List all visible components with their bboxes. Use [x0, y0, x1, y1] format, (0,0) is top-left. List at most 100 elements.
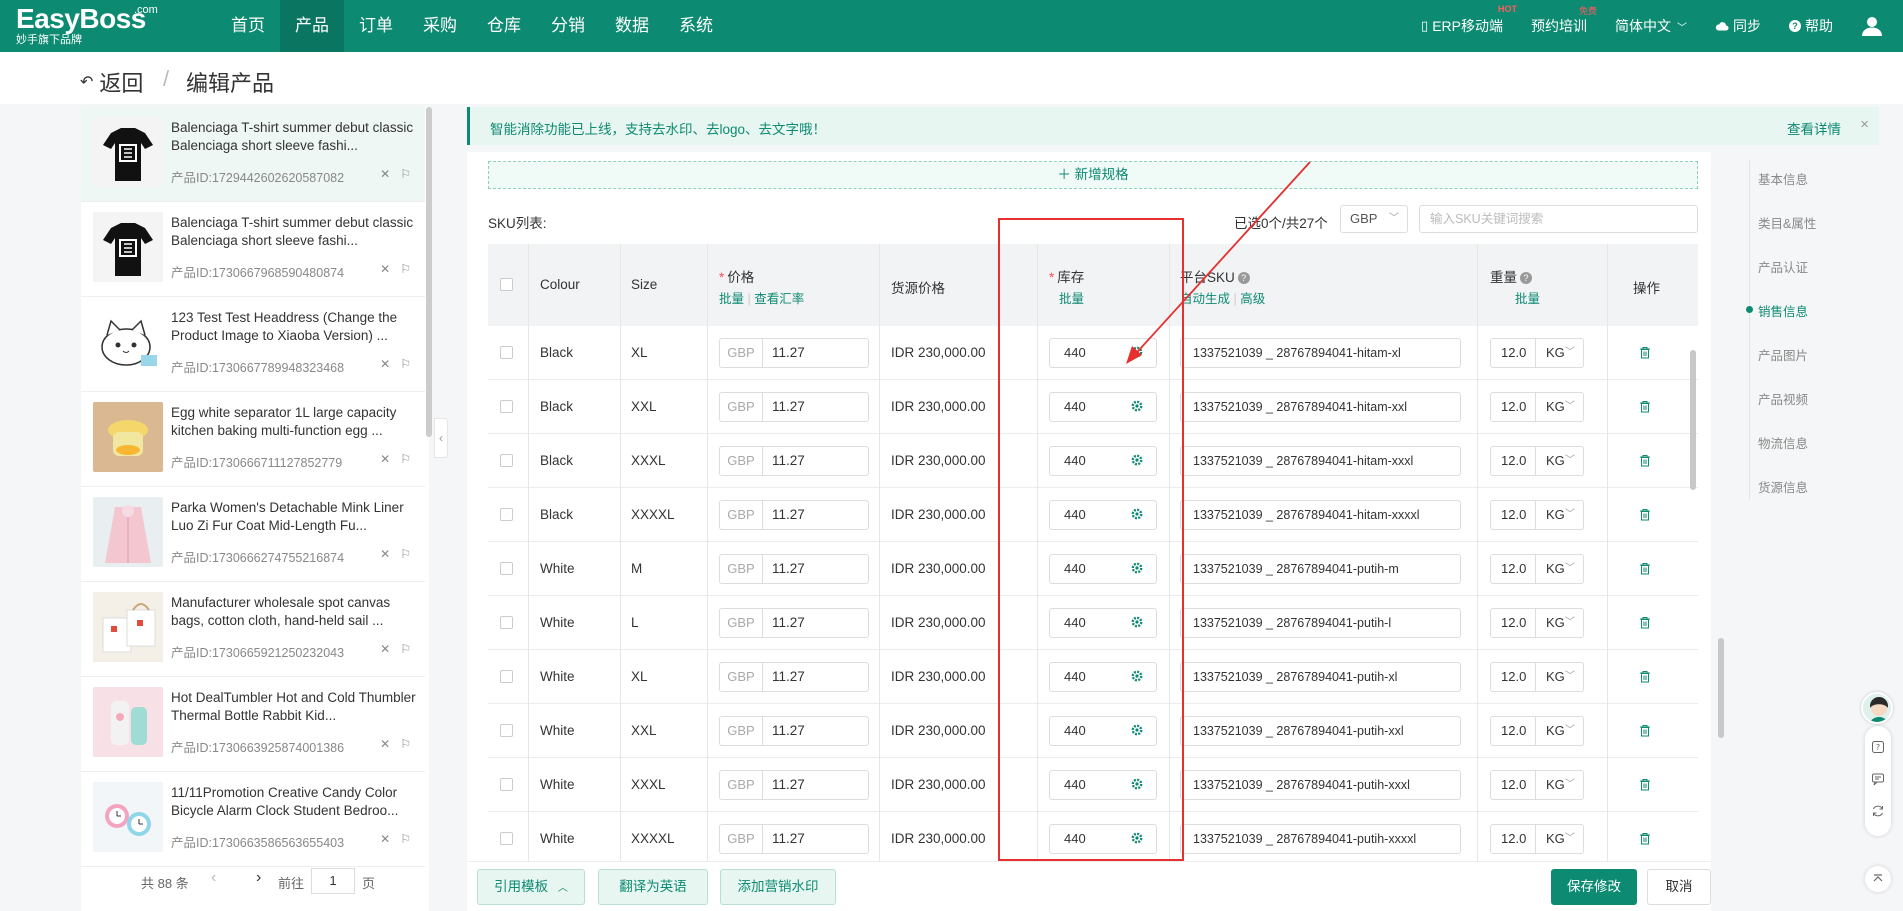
weight-input[interactable]: 12.0 — [1490, 554, 1536, 584]
weight-input[interactable]: 12.0 — [1490, 824, 1536, 854]
gear-icon[interactable] — [1130, 453, 1144, 467]
language-select[interactable]: 简体中文 ﹀ — [1615, 16, 1687, 36]
weight-unit-select[interactable]: KG ﹀ — [1536, 824, 1584, 854]
gear-icon[interactable] — [1130, 669, 1144, 683]
close-icon[interactable]: ✕ — [380, 547, 390, 561]
notice-close-icon[interactable]: × — [1860, 116, 1869, 133]
stock-input[interactable]: 440 — [1049, 608, 1157, 638]
stock-batch-link[interactable]: 批量 — [1059, 288, 1084, 307]
price-input[interactable]: GBP 11.27 — [719, 392, 869, 422]
trash-icon[interactable] — [1639, 670, 1651, 683]
psku-advanced-link[interactable]: 高级 — [1240, 292, 1265, 306]
translate-english-button[interactable]: 翻译为英语 — [598, 869, 708, 905]
gear-icon[interactable] — [1130, 561, 1144, 575]
platform-sku-input[interactable]: 1337521039 _ 28767894041-putih-xxl — [1180, 716, 1461, 746]
back-button[interactable]: ↶ 返回 — [80, 66, 143, 98]
gear-icon[interactable] — [1130, 399, 1144, 413]
stock-input[interactable]: 440 — [1049, 338, 1157, 368]
save-changes-button[interactable]: 保存修改 — [1551, 869, 1637, 905]
help-icon[interactable]: ? — [1237, 272, 1250, 284]
stock-input[interactable]: 440 — [1049, 554, 1157, 584]
anchor-link[interactable]: 类目&属性 — [1758, 213, 1816, 232]
stock-input[interactable]: 440 — [1049, 770, 1157, 800]
close-icon[interactable]: ✕ — [380, 642, 390, 656]
psku-auto-link[interactable]: 自动生成 — [1180, 292, 1230, 306]
platform-sku-input[interactable]: 1337521039 _ 28767894041-putih-m — [1180, 554, 1461, 584]
stock-input[interactable]: 440 — [1049, 446, 1157, 476]
row-checkbox[interactable] — [500, 508, 513, 521]
pager-page-input[interactable]: 1 — [311, 868, 355, 894]
sku-search-input[interactable]: 输入SKU关键词搜索 — [1419, 205, 1698, 233]
weight-input[interactable]: 12.0 — [1490, 446, 1536, 476]
weight-input[interactable]: 12.0 — [1490, 770, 1536, 800]
weight-unit-select[interactable]: KG ﹀ — [1536, 500, 1584, 530]
pager-prev-button[interactable]: ‹ — [211, 869, 216, 887]
page-scrollbar[interactable] — [1718, 638, 1724, 738]
faq-icon[interactable]: ? — [1871, 740, 1885, 754]
flag-icon[interactable]: ⚐ — [400, 167, 411, 181]
nav-item[interactable]: 仓库 — [472, 0, 536, 52]
trash-icon[interactable] — [1639, 616, 1651, 629]
stock-input[interactable]: 440 — [1049, 392, 1157, 422]
refresh-icon[interactable] — [1871, 804, 1885, 818]
flag-icon[interactable]: ⚐ — [400, 737, 411, 751]
platform-sku-input[interactable]: 1337521039 _ 28767894041-hitam-xxxl — [1180, 446, 1461, 476]
gear-icon[interactable] — [1130, 777, 1144, 791]
flag-icon[interactable]: ⚐ — [400, 642, 411, 656]
collapse-list-toggle[interactable]: ‹ — [434, 418, 448, 458]
close-icon[interactable]: ✕ — [380, 737, 390, 751]
user-avatar-icon[interactable] — [1861, 15, 1883, 37]
weight-input[interactable]: 12.0 — [1490, 392, 1536, 422]
price-input[interactable]: GBP 11.27 — [719, 662, 869, 692]
gear-icon[interactable] — [1130, 345, 1144, 359]
anchor-link[interactable]: 产品图片 — [1758, 345, 1808, 364]
platform-sku-input[interactable]: 1337521039 _ 28767894041-hitam-xl — [1180, 338, 1461, 368]
weight-input[interactable]: 12.0 — [1490, 716, 1536, 746]
stock-input[interactable]: 440 — [1049, 500, 1157, 530]
row-checkbox[interactable] — [500, 400, 513, 413]
trash-icon[interactable] — [1639, 778, 1651, 791]
product-list-item[interactable]: Manufacturer wholesale spot canvas bags,… — [81, 582, 425, 677]
pager-next-button[interactable]: › — [256, 869, 261, 887]
product-list-scrollbar[interactable] — [426, 107, 432, 437]
weight-unit-select[interactable]: KG ﹀ — [1536, 446, 1584, 476]
weight-input[interactable]: 12.0 — [1490, 338, 1536, 368]
flag-icon[interactable]: ⚐ — [400, 452, 411, 466]
anchor-link[interactable]: 物流信息 — [1758, 433, 1808, 452]
platform-sku-input[interactable]: 1337521039 _ 28767894041-putih-l — [1180, 608, 1461, 638]
weight-input[interactable]: 12.0 — [1490, 608, 1536, 638]
close-icon[interactable]: ✕ — [380, 832, 390, 846]
add-spec-button[interactable]: ＋ 新增规格 — [488, 161, 1698, 189]
stock-input[interactable]: 440 — [1049, 824, 1157, 854]
sync-button[interactable]: 同步 — [1715, 16, 1761, 36]
close-icon[interactable]: ✕ — [380, 262, 390, 276]
flag-icon[interactable]: ⚐ — [400, 832, 411, 846]
close-icon[interactable]: ✕ — [380, 357, 390, 371]
trash-icon[interactable] — [1639, 508, 1651, 521]
nav-item[interactable]: 首页 — [216, 0, 280, 52]
weight-unit-select[interactable]: KG ﹀ — [1536, 662, 1584, 692]
price-input[interactable]: GBP 11.27 — [719, 500, 869, 530]
gear-icon[interactable] — [1130, 615, 1144, 629]
weight-input[interactable]: 12.0 — [1490, 500, 1536, 530]
price-input[interactable]: GBP 11.27 — [719, 716, 869, 746]
anchor-link[interactable]: 基本信息 — [1758, 169, 1808, 188]
weight-input[interactable]: 12.0 — [1490, 662, 1536, 692]
gear-icon[interactable] — [1130, 507, 1144, 521]
product-list-item[interactable]: 11/11Promotion Creative Candy Color Bicy… — [81, 772, 425, 867]
close-icon[interactable]: ✕ — [380, 167, 390, 181]
anchor-link[interactable]: 销售信息 — [1758, 301, 1808, 320]
row-checkbox[interactable] — [500, 778, 513, 791]
trash-icon[interactable] — [1639, 724, 1651, 737]
gear-icon[interactable] — [1130, 723, 1144, 737]
weight-unit-select[interactable]: KG ﹀ — [1536, 716, 1584, 746]
anchor-link[interactable]: 货源信息 — [1758, 477, 1808, 496]
stock-input[interactable]: 440 — [1049, 662, 1157, 692]
message-icon[interactable] — [1871, 772, 1885, 786]
flag-icon[interactable]: ⚐ — [400, 262, 411, 276]
back-to-top-button[interactable] — [1865, 866, 1891, 892]
help-button[interactable]: ? 帮助 — [1789, 16, 1833, 36]
platform-sku-input[interactable]: 1337521039 _ 28767894041-hitam-xxxxl — [1180, 500, 1461, 530]
trash-icon[interactable] — [1639, 562, 1651, 575]
weight-unit-select[interactable]: KG ﹀ — [1536, 554, 1584, 584]
